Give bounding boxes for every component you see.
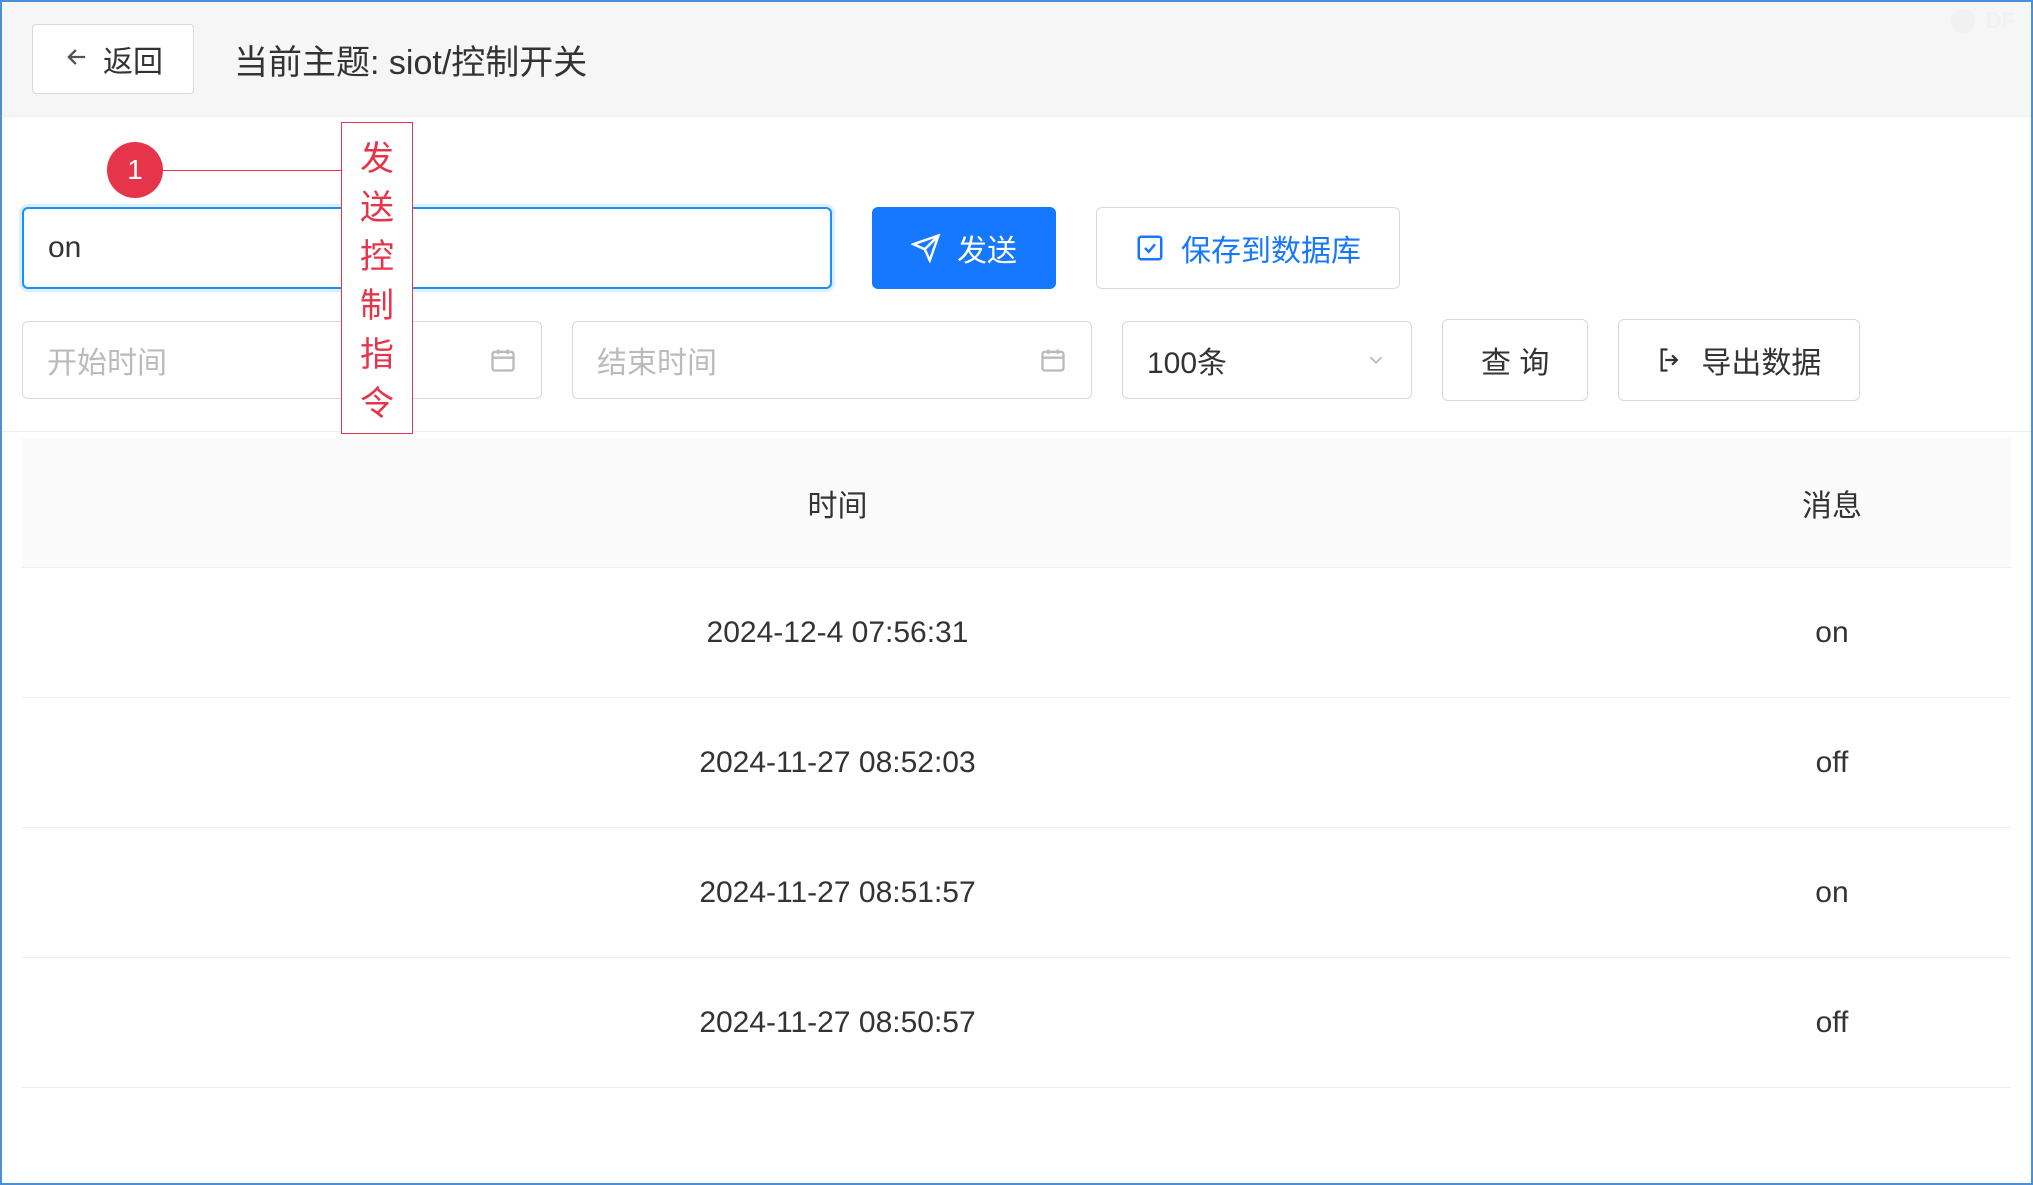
calendar-icon <box>489 346 517 374</box>
export-button[interactable]: 导出数据 <box>1618 319 1860 401</box>
table-row: 2024-12-4 07:56:31on <box>22 568 2011 698</box>
cell-time: 2024-12-4 07:56:31 <box>22 616 1653 650</box>
command-input[interactable] <box>22 207 832 289</box>
watermark-logo: DF <box>1948 6 2015 36</box>
limit-select[interactable]: 100条 <box>1122 321 1412 399</box>
calendar-icon <box>1039 346 1067 374</box>
topic-prefix: 当前主题: <box>234 44 389 82</box>
end-date-input[interactable]: 结束时间 <box>572 321 1092 399</box>
back-button[interactable]: 返回 <box>32 24 194 94</box>
checkbox-icon <box>1135 233 1165 263</box>
time-header: 时间 <box>22 481 1653 525</box>
send-button-label: 发送 <box>957 226 1017 270</box>
start-date-placeholder: 开始时间 <box>47 338 167 382</box>
table-row: 2024-11-27 08:51:57on <box>22 828 2011 958</box>
export-button-label: 导出数据 <box>1701 338 1821 382</box>
command-row: 发送 保存到数据库 <box>2 117 2031 309</box>
data-table: 时间 消息 2024-12-4 07:56:31on2024-11-27 08:… <box>2 438 2031 1088</box>
save-to-db-button[interactable]: 保存到数据库 <box>1096 207 1400 289</box>
send-button[interactable]: 发送 <box>872 207 1056 289</box>
page-title: 当前主题: siot/控制开关 <box>234 35 587 84</box>
chevron-down-icon <box>1365 349 1387 371</box>
table-header: 时间 消息 <box>22 438 2011 568</box>
topic-value: siot/控制开关 <box>389 44 587 82</box>
export-icon <box>1657 346 1685 374</box>
send-icon <box>911 233 941 263</box>
cell-message: off <box>1653 746 2011 780</box>
arrow-left-icon <box>63 43 91 76</box>
cell-time: 2024-11-27 08:51:57 <box>22 876 1653 910</box>
filter-row: 开始时间 结束时间 100条 查 询 导出数据 <box>2 309 2031 432</box>
header-bar: 返回 当前主题: siot/控制开关 <box>2 2 2031 117</box>
cell-message: on <box>1653 876 2011 910</box>
cell-time: 2024-11-27 08:50:57 <box>22 1006 1653 1040</box>
save-button-label: 保存到数据库 <box>1181 226 1361 270</box>
table-row: 2024-11-27 08:52:03off <box>22 698 2011 828</box>
query-button-label: 查 询 <box>1481 338 1549 382</box>
cell-message: on <box>1653 616 2011 650</box>
query-button[interactable]: 查 询 <box>1442 319 1588 401</box>
back-button-label: 返回 <box>103 37 163 81</box>
watermark-text: DF <box>1986 8 2015 34</box>
cell-time: 2024-11-27 08:52:03 <box>22 746 1653 780</box>
start-date-input[interactable]: 开始时间 <box>22 321 542 399</box>
cell-message: off <box>1653 1006 2011 1040</box>
table-row: 2024-11-27 08:50:57off <box>22 958 2011 1088</box>
limit-select-value: 100条 <box>1147 338 1227 382</box>
end-date-placeholder: 结束时间 <box>597 338 717 382</box>
message-header: 消息 <box>1653 481 2011 525</box>
